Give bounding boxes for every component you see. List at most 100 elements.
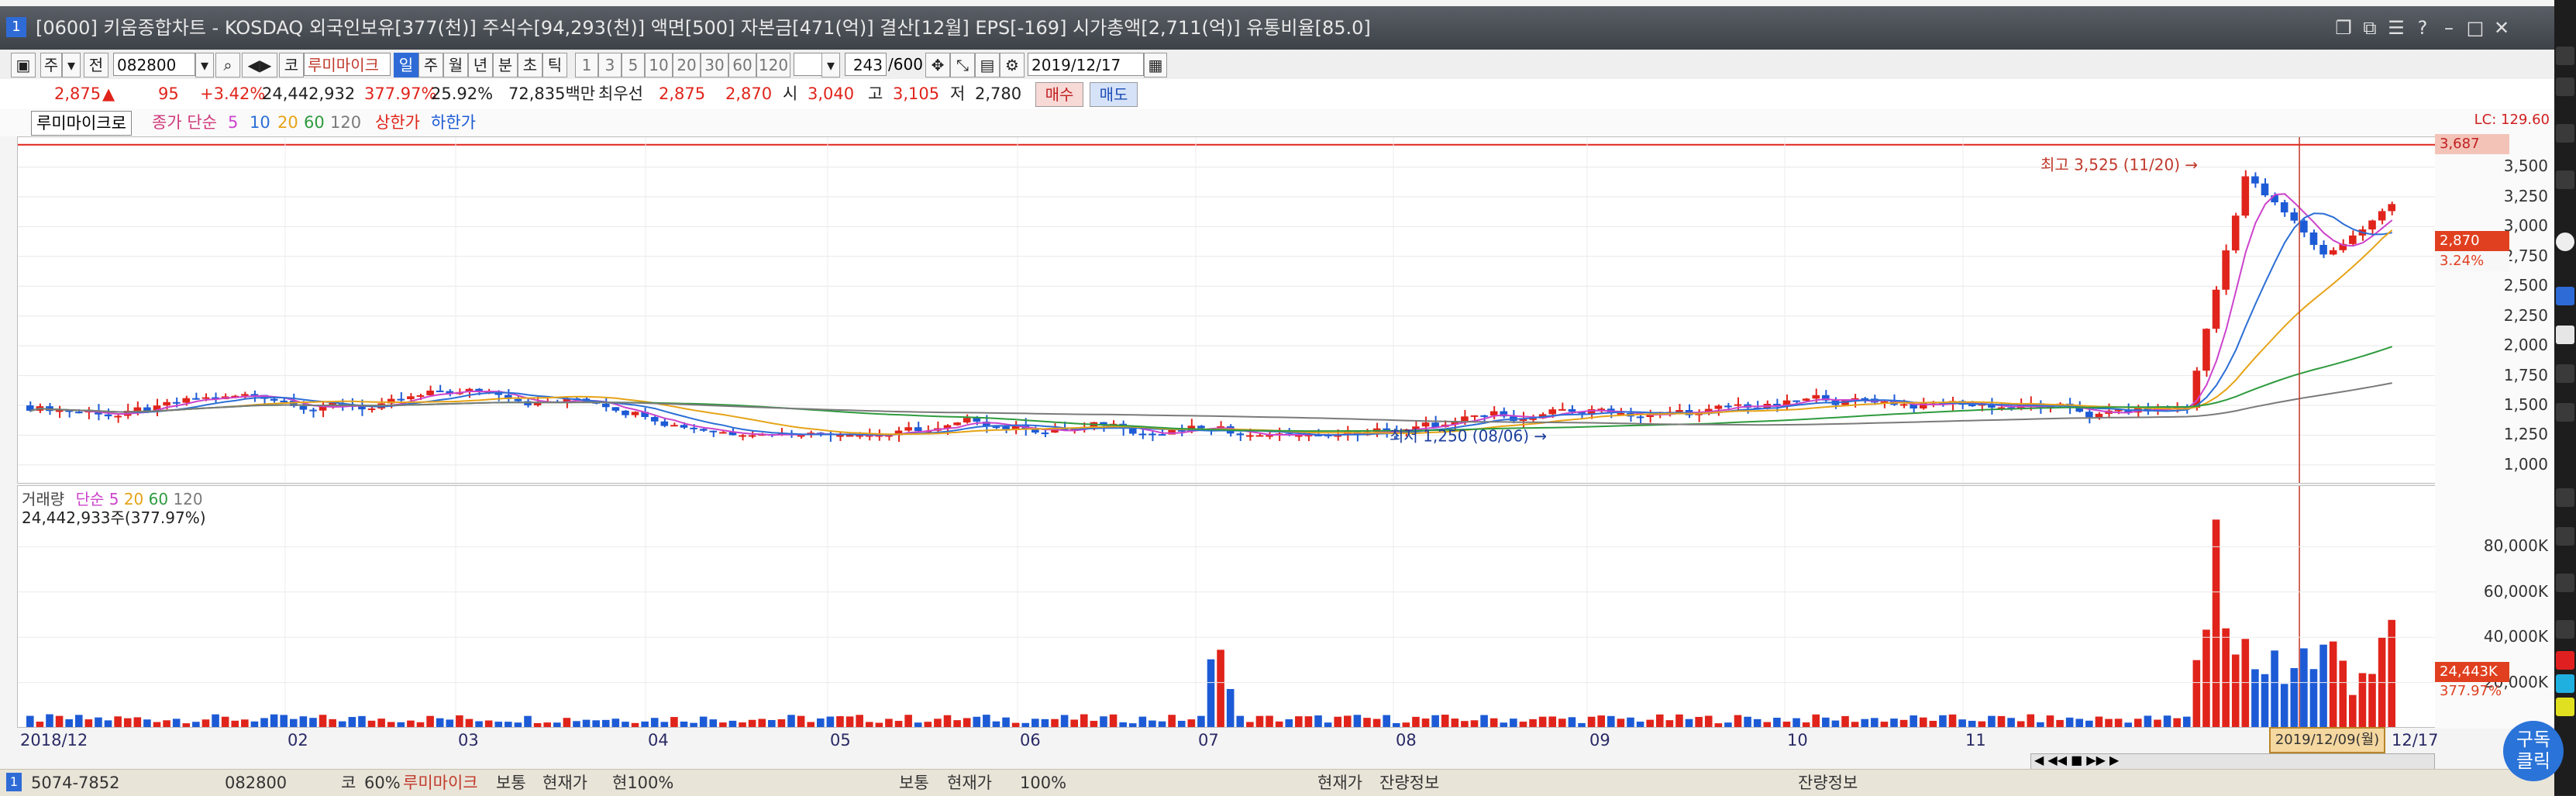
candle-body [650,417,659,422]
minimize-icon[interactable]: – [2438,17,2460,39]
minute-10[interactable]: 10 [645,53,673,78]
period-day[interactable]: 일 [394,53,418,78]
status-code[interactable]: 082800 [225,770,287,796]
volume-axis-label: 80,000K [2483,536,2548,556]
candle-body [2378,211,2386,221]
tool-arrow-icon[interactable] [2556,326,2574,344]
volume-bar [348,717,356,728]
date-input[interactable]: 2019/12/17 [1028,53,1144,76]
period-week[interactable]: 주 [418,53,443,78]
tool-list-icon[interactable] [2556,171,2574,189]
code-input[interactable]: 082800 [113,53,195,76]
tool-undo-icon[interactable] [2556,488,2574,507]
tool-print-icon[interactable] [2556,620,2574,639]
search-icon[interactable]: ⌕ [215,53,240,78]
period-month[interactable]: 월 [443,53,468,78]
high-label: 고 [868,84,883,103]
tool-line-icon[interactable] [2556,78,2574,96]
volume-bar [1109,714,1118,728]
x-axis-label: 10 [1787,731,1808,749]
volume-bar [1412,716,1420,728]
tool-color-yellow[interactable] [2556,698,2574,716]
calendar-icon[interactable]: ▦ [1144,53,1167,78]
volume-bar [2163,715,2171,728]
volume-bar [55,715,64,728]
period-mode[interactable]: 전 [84,53,108,78]
market-select[interactable]: 주 [40,53,62,78]
minute-3[interactable]: 3 [598,53,622,78]
sell-button[interactable]: 매도 [1090,82,1138,107]
tool-trash-icon[interactable] [2556,527,2574,546]
volume-bar [26,715,34,728]
copy-window-icon[interactable]: ⧉ [2359,17,2381,39]
volume-bar [270,714,278,728]
code-dropdown-icon[interactable]: ▾ [195,53,214,78]
tool-cursor-icon[interactable] [2556,47,2574,65]
tool-pencil-icon[interactable] [2556,364,2574,383]
volume-chart[interactable] [17,485,2437,729]
tool-color-red[interactable] [2556,651,2574,670]
candle-body [1041,432,1049,435]
candle-body [2212,289,2220,329]
period-tick[interactable]: 틱 [542,53,567,78]
candle-body [133,407,142,412]
restore-icon[interactable]: ❐ [2333,17,2354,39]
candle-body [2290,212,2299,221]
maximize-icon[interactable]: □ [2464,17,2486,39]
period-minute[interactable]: 분 [493,53,518,78]
save-icon[interactable]: ▤ [975,53,1000,78]
stock-name[interactable]: 루미마이크 [304,53,391,76]
volume-bar [2388,619,2395,728]
prev-next-icon[interactable]: ◀▶ [242,53,277,78]
tool-camera-icon[interactable] [2556,574,2574,592]
candle-body [182,398,191,403]
tool-eye-icon[interactable] [2556,287,2574,305]
scroll-left-icon[interactable]: ◀ ◀◀ ■ ▶▶ ▶ [2034,753,2119,767]
tool-color-cyan[interactable] [2556,674,2574,693]
stock-legend[interactable]: 루미마이크로 [31,111,132,136]
tool-eraser-icon[interactable] [2556,403,2574,422]
volume-current-tag: 24,443K [2435,661,2509,682]
close-icon[interactable]: ✕ [2491,17,2512,39]
candle-body [1812,395,1820,399]
x-axis-label: 2018/12 [20,731,88,749]
candle-body [1197,426,1205,429]
best-bid: 2,870 [725,84,773,103]
period-year[interactable]: 년 [468,53,493,78]
open-label: 시 [783,84,798,103]
price-axis-label: 2,750 [2503,246,2548,265]
candle-body [914,427,922,432]
minute-1[interactable]: 1 [575,53,598,78]
layout-icon[interactable]: ▣ [11,53,36,78]
candle-body [1470,415,1479,417]
volume-bar [2222,628,2230,728]
count-input[interactable]: 243 [845,53,887,76]
volume-bar [2212,519,2220,728]
custom-period-dropdown-icon[interactable]: ▾ [821,53,840,78]
settings-icon[interactable]: ☰ [2385,17,2407,39]
minute-20[interactable]: 20 [673,53,701,78]
buy-button[interactable]: 매수 [1035,82,1083,107]
minute-30[interactable]: 30 [701,53,728,78]
candle-body [367,408,376,411]
volume-bar [2271,650,2278,728]
subscribe-badge[interactable]: 구독 클릭 [2503,721,2564,781]
candle-body [1421,422,1430,427]
crosshair-icon[interactable]: ✥ [925,53,950,78]
period-second[interactable]: 초 [518,53,542,78]
gear-icon[interactable]: ⚙ [1000,53,1025,78]
minute-5[interactable]: 5 [622,53,645,78]
volume-bar [1655,714,1664,728]
scroll-controls[interactable]: ◀ ◀◀ ■ ▶▶ ▶ [2030,753,2435,770]
best-quote-label: 최우선 [598,84,643,103]
candle-body [1714,405,1723,409]
minute-60[interactable]: 60 [728,53,756,78]
volume-bar [2182,716,2191,728]
minute-120[interactable]: 120 [756,53,790,78]
tool-copy-icon[interactable] [2556,124,2574,143]
zoom-icon[interactable]: ⤡ [950,53,975,78]
help-icon[interactable]: ? [2412,17,2433,39]
price-chart[interactable]: 최고 3,525 (11/20) → 최저 1,250 (08/06) → [17,136,2437,484]
market-dropdown-icon[interactable]: ▾ [62,53,81,78]
tool-magnet-icon[interactable] [2556,233,2574,251]
